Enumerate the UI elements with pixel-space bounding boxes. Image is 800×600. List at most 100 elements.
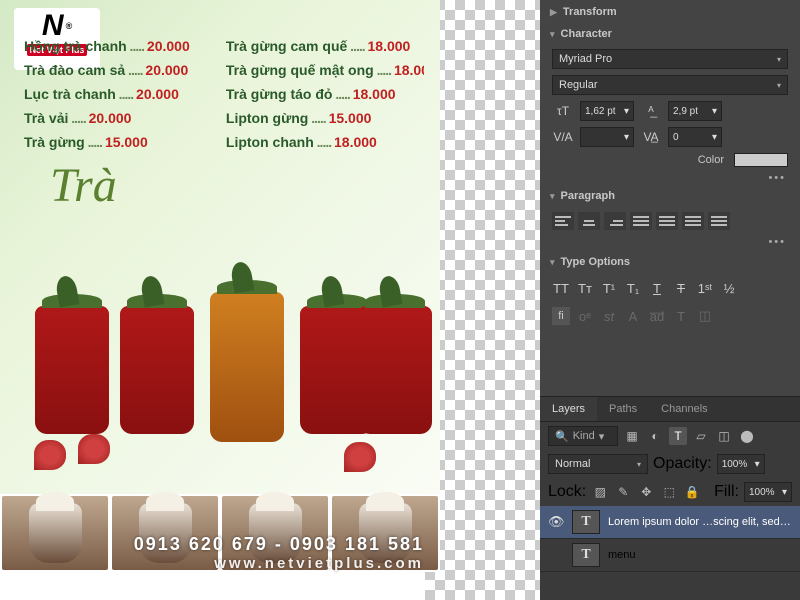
font-family-dropdown[interactable]: Myriad Pro ▾ <box>552 49 788 69</box>
layer-thumb: T <box>572 510 600 534</box>
lock-position-icon[interactable]: ✥ <box>637 483 655 501</box>
menu-item-price: 18.000 <box>368 38 411 54</box>
small-caps-button[interactable]: Tᴛ <box>576 279 594 297</box>
font-style-dropdown[interactable]: Regular ▾ <box>552 75 788 95</box>
chevron-down-icon: ▾ <box>712 106 717 117</box>
menu-item-name: Lipton gừng <box>226 110 308 126</box>
lock-pixels-icon[interactable]: ✎ <box>614 483 632 501</box>
chevron-down-icon: ▾ <box>782 487 787 498</box>
align-center-button[interactable] <box>578 212 600 230</box>
blend-mode-value: Normal <box>555 458 590 470</box>
chevron-down-icon: ▾ <box>712 132 717 143</box>
tab-layers[interactable]: Layers <box>540 397 597 421</box>
tracking-input[interactable]: 0 ▾ <box>668 127 722 147</box>
chevron-down-icon: ▾ <box>637 460 641 469</box>
layer-filter-dropdown[interactable]: 🔍 Kind ▾ <box>548 426 618 446</box>
swash-button[interactable]: A <box>624 307 642 325</box>
filter-toggle-icon[interactable]: ⬤ <box>738 427 756 445</box>
text-color-swatch[interactable] <box>734 153 788 167</box>
strawberry <box>78 434 110 464</box>
layer-name: Lorem ipsum dolor …scing elit, sed do <box>608 516 792 528</box>
chevron-right-icon: ▶ <box>550 7 557 18</box>
layer-list: 👁 T Lorem ipsum dolor …scing elit, sed do T… <box>540 506 800 572</box>
layer-filter-label: Kind <box>573 430 595 442</box>
panel-layers: Layers Paths Channels 🔍 Kind ▾ ▦ ◐ T ▱ ◫… <box>540 396 800 600</box>
type-options-title: Type Options <box>561 256 630 268</box>
superscript-button[interactable]: T¹ <box>600 279 618 297</box>
justify-right-button[interactable] <box>682 212 704 230</box>
all-caps-button[interactable]: TT <box>552 279 570 297</box>
justify-all-button[interactable] <box>708 212 730 230</box>
more-options-icon[interactable]: ••• <box>540 234 800 250</box>
kerning-input[interactable]: ▾ <box>580 127 634 147</box>
chevron-down-icon: ▾ <box>599 430 605 443</box>
drink-glass <box>210 292 284 442</box>
tab-paths[interactable]: Paths <box>597 397 649 421</box>
menu-item-price: 18.000 <box>394 62 424 78</box>
filter-pixel-icon[interactable]: ▦ <box>623 427 641 445</box>
menu-item-price: 20.000 <box>89 110 132 126</box>
visibility-icon[interactable]: 👁 <box>548 514 564 530</box>
menu-item-name: Trà vải <box>24 110 68 126</box>
opacity-value: 100% <box>722 459 748 470</box>
menu-item-name: Lục trà chanh <box>24 86 116 102</box>
menu-title: Trà <box>50 158 117 213</box>
type-option-button[interactable]: T <box>672 307 690 325</box>
fill-input[interactable]: 100% ▾ <box>744 482 792 502</box>
paragraph-align-row <box>540 208 800 234</box>
watermark: 0913 620 679 - 0903 181 581 www.netvietp… <box>44 534 424 572</box>
align-right-button[interactable] <box>604 212 626 230</box>
menu-item: Trà đào cam sả ..... 20.000 <box>24 58 222 82</box>
filter-adjustment-icon[interactable]: ◐ <box>646 427 664 445</box>
filter-smart-icon[interactable]: ◫ <box>715 427 733 445</box>
underline-button[interactable]: T <box>648 279 666 297</box>
menu-item: Trà gừng táo đỏ ..... 18.000 <box>226 82 424 106</box>
transform-title: Transform <box>563 6 617 18</box>
filter-shape-icon[interactable]: ▱ <box>692 427 710 445</box>
strikethrough-button[interactable]: T <box>672 279 690 297</box>
menu-item-price: 20.000 <box>145 62 188 78</box>
lock-artboard-icon[interactable]: ⬚ <box>660 483 678 501</box>
subscript-button[interactable]: T₁ <box>624 279 642 297</box>
menu-item-price: 20.000 <box>136 86 179 102</box>
filter-type-icon[interactable]: T <box>669 427 687 445</box>
opacity-input[interactable]: 100% ▾ <box>717 454 765 474</box>
leading-input[interactable]: 2,9 pt ▾ <box>668 101 722 121</box>
drink-glass <box>120 306 194 434</box>
fraction-button[interactable]: ½ <box>720 279 738 297</box>
chevron-down-icon: ▾ <box>755 459 760 470</box>
strawberry <box>34 440 66 470</box>
font-size-input[interactable]: 1,62 pt ▾ <box>580 101 634 121</box>
menu-item-name: Trà gừng cam quế <box>226 38 347 54</box>
lock-transparency-icon[interactable]: ▨ <box>591 483 609 501</box>
chevron-down-icon: ▾ <box>550 257 555 268</box>
lock-all-icon[interactable]: 🔒 <box>683 483 701 501</box>
stylistic-set-button[interactable]: a̅d̅ <box>648 307 666 325</box>
tab-channels[interactable]: Channels <box>649 397 719 421</box>
ordinal-button[interactable]: 1ˢᵗ <box>696 279 714 297</box>
blend-mode-dropdown[interactable]: Normal ▾ <box>548 454 648 474</box>
justify-center-button[interactable] <box>656 212 678 230</box>
stylistic-alt-button[interactable]: st <box>600 307 618 325</box>
type-option-button[interactable]: ◫ <box>696 307 714 325</box>
layer-row[interactable]: Tmenu <box>540 539 800 572</box>
chevron-down-icon: ▾ <box>624 106 629 117</box>
justify-left-button[interactable] <box>630 212 652 230</box>
ligature-button[interactable]: fi <box>552 307 570 325</box>
strawberry <box>344 442 376 472</box>
discretionary-lig-button[interactable]: oᵉ <box>576 307 594 325</box>
transform-header[interactable]: ▶ Transform <box>540 0 800 24</box>
paragraph-header[interactable]: ▾ Paragraph <box>540 184 800 208</box>
character-header[interactable]: ▾ Character <box>540 22 800 46</box>
lock-label: Lock: <box>548 483 586 501</box>
align-left-button[interactable] <box>552 212 574 230</box>
panel-character: ▾ Character Myriad Pro ▾ Regular ▾ τT 1,… <box>540 22 800 184</box>
type-options-header[interactable]: ▾ Type Options <box>540 250 800 274</box>
menu-item: Hồng trà chanh ..... 20.000 <box>24 34 222 58</box>
canvas[interactable]: N Net Việt Plus Hồng trà chanh ..... 20.… <box>0 0 540 600</box>
menu-card: N Net Việt Plus Hồng trà chanh ..... 20.… <box>0 0 440 494</box>
menu-item-name: Lipton chanh <box>226 134 314 150</box>
font-size-icon: τT <box>552 102 574 120</box>
layer-row[interactable]: 👁 T Lorem ipsum dolor …scing elit, sed do <box>540 506 800 539</box>
chevron-down-icon: ▾ <box>624 132 629 143</box>
